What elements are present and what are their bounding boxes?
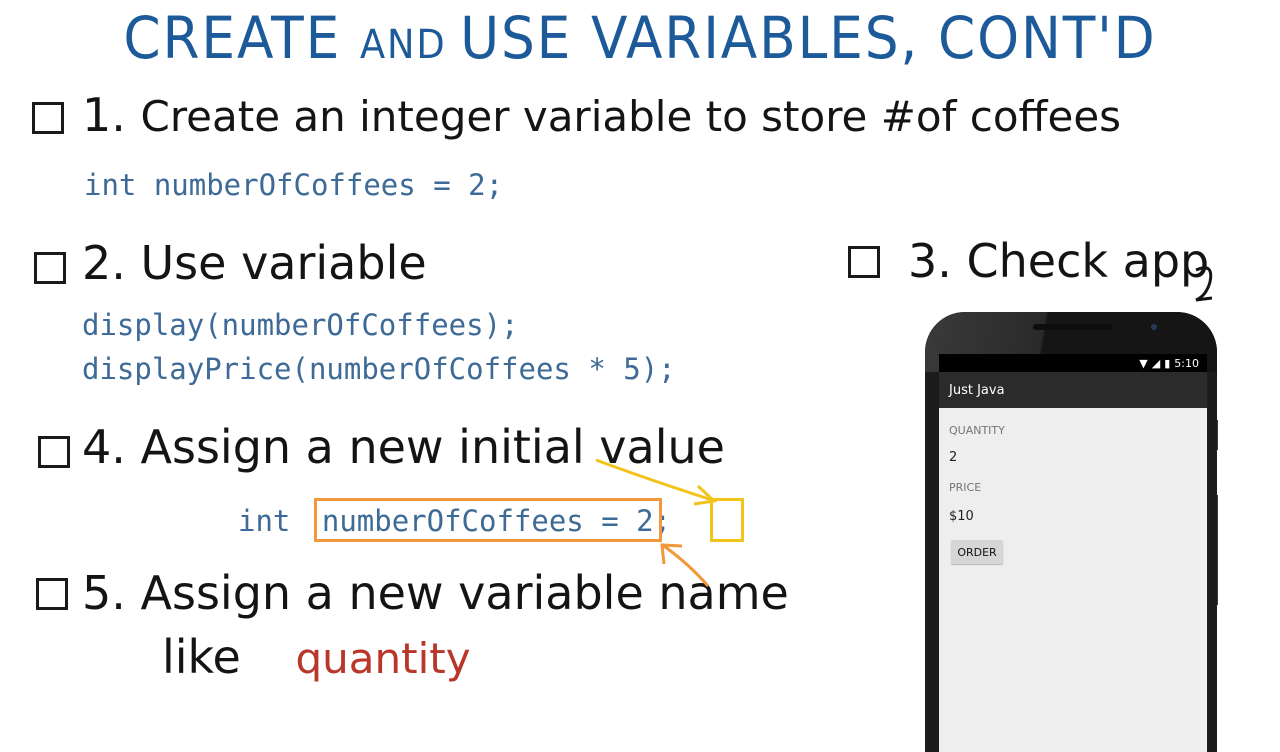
quantity-value: 2	[949, 450, 958, 465]
order-button[interactable]: ORDER	[951, 540, 1003, 564]
signal-icon: ◢	[1151, 356, 1161, 370]
app-bar: Just Java	[939, 372, 1207, 408]
check-app-arrow	[1195, 266, 1213, 302]
phone-mockup: ▼ ◢ ▮ 5:10 Just Java QUANTITY 2 PRICE $1…	[925, 312, 1217, 752]
phone-speaker	[1033, 324, 1113, 330]
wifi-icon: ▼	[1139, 356, 1148, 370]
battery-icon: ▮	[1164, 356, 1171, 370]
name-arrow	[663, 544, 710, 587]
status-bar: ▼ ◢ ▮ 5:10	[939, 354, 1207, 372]
status-time: 5:10	[1174, 356, 1199, 370]
app-title: Just Java	[949, 382, 1005, 398]
value-arrow	[595, 458, 713, 502]
price-label: PRICE	[949, 481, 982, 494]
quantity-label: QUANTITY	[949, 424, 1005, 437]
phone-screen: ▼ ◢ ▮ 5:10 Just Java QUANTITY 2 PRICE $1…	[939, 354, 1207, 752]
phone-camera	[1151, 324, 1157, 330]
price-value: $10	[949, 509, 974, 524]
